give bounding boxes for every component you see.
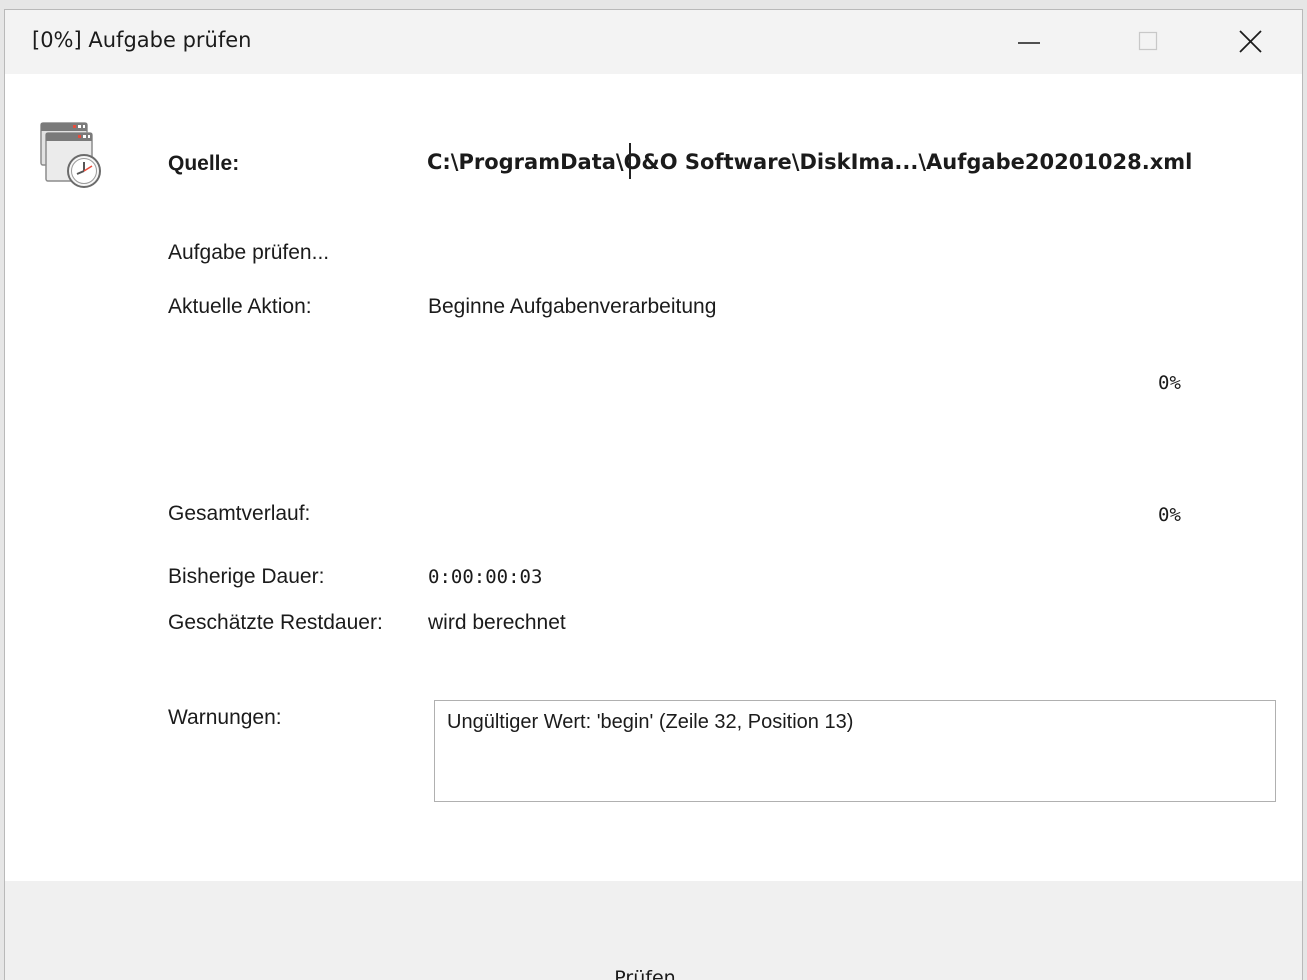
elapsed-label: Bisherige Dauer: — [168, 565, 325, 588]
current-action-label: Aktuelle Aktion: — [168, 295, 312, 318]
check-button[interactable]: Prüfen — [575, 963, 715, 980]
status-heading: Aufgabe prüfen... — [168, 241, 330, 264]
text-cursor — [629, 143, 631, 179]
title-bar[interactable]: [0%] Aufgabe prüfen — [5, 10, 1302, 74]
source-path: C:\ProgramData\O&O Software\DiskIma...\A… — [427, 150, 1193, 174]
total-progress-label: Gesamtverlauf: — [168, 502, 311, 525]
warnings-label: Warnungen: — [168, 706, 282, 729]
close-button[interactable] — [1191, 10, 1302, 74]
remaining-value: wird berechnet — [428, 611, 566, 634]
minimize-icon — [1018, 42, 1040, 44]
maximize-icon — [1138, 31, 1158, 51]
warnings-textbox[interactable]: Ungültiger Wert: 'begin' (Zeile 32, Posi… — [434, 700, 1276, 802]
current-action-value: Beginne Aufgabenverarbeitung — [428, 295, 717, 318]
minimize-button[interactable] — [981, 10, 1077, 74]
remaining-label: Geschätzte Restdauer: — [168, 611, 383, 634]
dialog-footer: Prüfen — [5, 881, 1302, 980]
task-dialog-window: [0%] Aufgabe prüfen Quelle: C:\ProgramDa… — [5, 10, 1302, 980]
close-icon — [1239, 30, 1262, 53]
source-label: Quelle: — [168, 152, 240, 175]
warning-message: Ungültiger Wert: 'begin' (Zeile 32, Posi… — [447, 711, 854, 733]
total-progress-percent: 0% — [1158, 504, 1181, 526]
maximize-button[interactable] — [1101, 10, 1197, 74]
elapsed-value: 0:00:00:03 — [428, 566, 543, 588]
scheduled-task-clock-icon — [39, 121, 111, 193]
current-progress-percent: 0% — [1158, 372, 1181, 394]
window-title: [0%] Aufgabe prüfen — [32, 28, 252, 52]
